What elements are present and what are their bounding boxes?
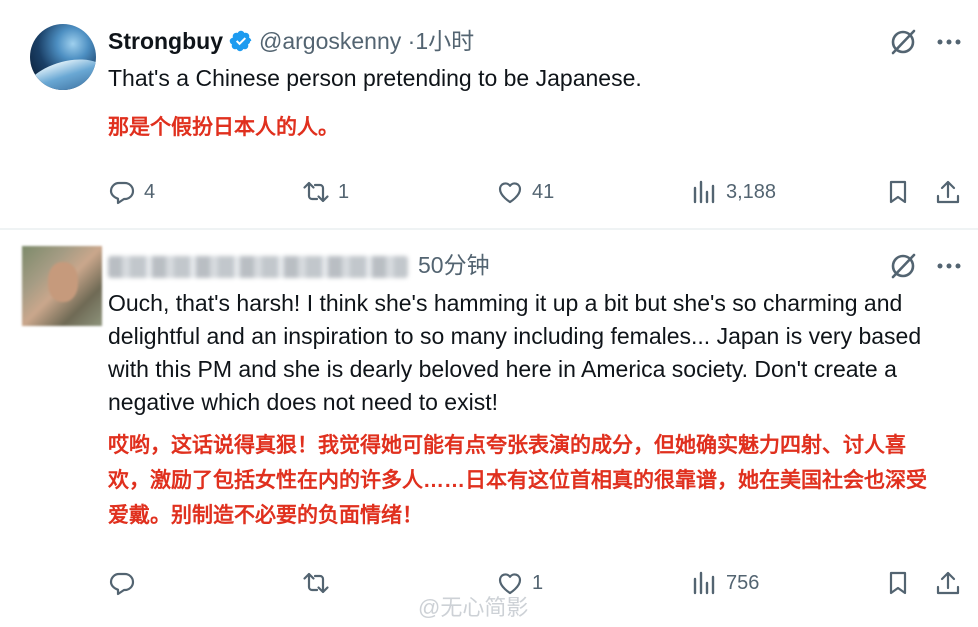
user-handle[interactable]: @argoskenny [259, 28, 401, 54]
timestamp[interactable]: 1小时 [415, 28, 474, 54]
like-count: 1 [532, 571, 544, 594]
views-chart-icon [693, 571, 715, 595]
repost-button[interactable] [302, 566, 338, 600]
share-button[interactable] [934, 566, 962, 600]
watermark: @无心简影 [418, 595, 529, 620]
heart-icon [498, 182, 522, 204]
bookmark-icon [889, 180, 907, 204]
avatar-blurred[interactable] [22, 246, 102, 326]
bookmark-icon [889, 571, 907, 595]
repost-count: 1 [338, 180, 350, 203]
post-translation: 哎哟，这话说得真狠！我觉得她可能有点夸张表演的成分，但她确实魅力四射、讨人喜欢，… [108, 434, 927, 527]
reply-icon [109, 181, 135, 205]
share-icon [936, 571, 960, 595]
repost-button[interactable]: 1 [302, 175, 349, 209]
reply-count: 4 [144, 180, 156, 203]
post-text: That's a Chinese person pretending to be… [108, 65, 642, 91]
share-icon [936, 180, 960, 204]
bookmark-button[interactable] [884, 175, 912, 209]
verified-badge-icon [229, 30, 252, 52]
action-bar: 4 1 41 3,188 [0, 175, 978, 209]
display-name[interactable]: Strongbuy [108, 28, 223, 54]
post-header: Strongbuy @argoskenny ·1小时 [108, 26, 474, 56]
post-translation: 那是个假扮日本人的人。 [108, 116, 339, 139]
repost-icon [303, 181, 329, 203]
post-1[interactable]: Strongbuy @argoskenny ·1小时 That's a Chine… [0, 0, 978, 228]
like-button[interactable]: 41 [496, 175, 554, 209]
views-chart-icon [693, 180, 715, 204]
views-button[interactable]: 3,188 [690, 175, 776, 209]
grok-icon[interactable] [888, 251, 918, 281]
share-button[interactable] [934, 175, 962, 209]
reply-icon [109, 572, 135, 596]
name-handle-redacted [108, 255, 408, 278]
bookmark-button[interactable] [884, 566, 912, 600]
avatar[interactable] [30, 24, 96, 90]
views-count: 3,188 [726, 180, 777, 203]
more-options-icon[interactable] [934, 251, 964, 281]
like-count: 41 [532, 180, 555, 203]
post-text: Ouch, that's harsh! I think she's hammin… [108, 290, 922, 415]
more-options-icon[interactable] [934, 27, 964, 57]
views-count: 756 [726, 571, 760, 594]
repost-icon [303, 572, 329, 594]
post-header: 50分钟 [108, 250, 490, 280]
timestamp[interactable]: 50分钟 [418, 252, 490, 278]
views-button[interactable]: 756 [690, 566, 759, 600]
grok-icon[interactable] [888, 27, 918, 57]
reply-button[interactable]: 4 [108, 175, 155, 209]
reply-button[interactable] [108, 566, 144, 600]
